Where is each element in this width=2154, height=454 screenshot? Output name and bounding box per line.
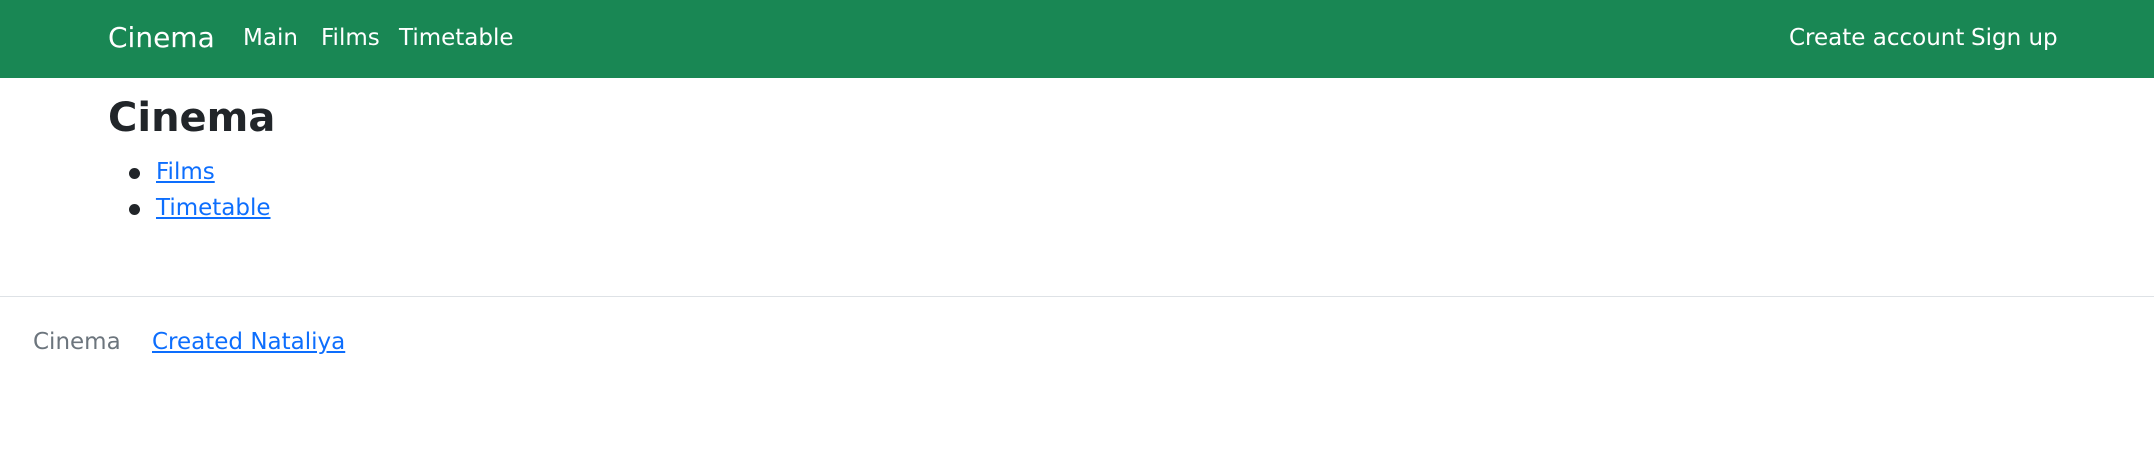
nav-link-create-account[interactable]: Create account: [1789, 22, 1964, 54]
list-item: Timetable: [129, 192, 271, 228]
footer-divider: [0, 296, 2154, 297]
top-navbar: Cinema Main Films Timetable Create accou…: [0, 0, 2154, 78]
nav-link-sign-up[interactable]: Sign up: [1971, 22, 2058, 54]
timetable-link[interactable]: Timetable: [156, 195, 271, 221]
footer-brand: Cinema: [33, 329, 121, 355]
list-item: Films: [129, 156, 271, 192]
bullet-icon: [129, 204, 140, 215]
nav-link-main[interactable]: Main: [243, 22, 298, 54]
page-title: Cinema: [108, 95, 276, 141]
footer-credit-link[interactable]: Created Nataliya: [152, 326, 345, 358]
films-link[interactable]: Films: [156, 159, 215, 185]
nav-link-films[interactable]: Films: [321, 22, 380, 54]
navbar-brand[interactable]: Cinema: [108, 20, 215, 56]
bullet-icon: [129, 168, 140, 179]
nav-link-timetable[interactable]: Timetable: [399, 22, 514, 54]
main-link-list: Films Timetable: [129, 156, 271, 228]
